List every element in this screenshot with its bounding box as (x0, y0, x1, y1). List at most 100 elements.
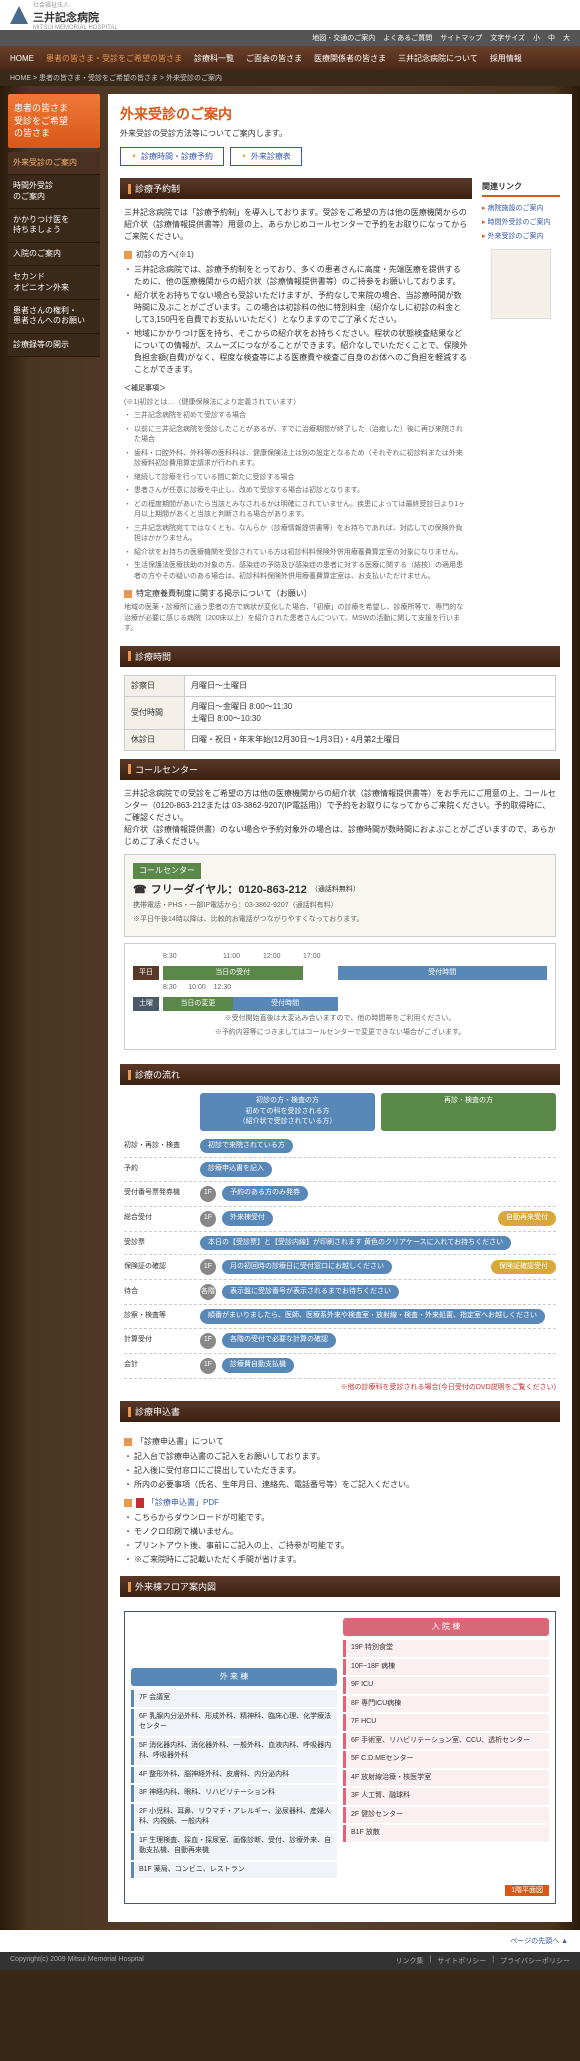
nav-about[interactable]: 三井記念病院について (398, 53, 478, 64)
flow-row: 受付番号票発券機1F予約のある方のみ発券 (124, 1182, 556, 1207)
hospital-name-en: MITSUI MEMORIAL HOSPITAL (33, 25, 118, 31)
flow-row: 受診票本日の【受診票】と【受診内線】が印刷されます 黄色のクリアケースに入れてお… (124, 1232, 556, 1256)
hours-table: 診察日月曜日～土曜日 受付時間月曜日～金曜日 8:00～11:30 土曜日 8:… (124, 675, 556, 751)
content: 外来受診のご案内 外来受診の受診方法等についてご案内します。 診療時間・診療予約… (108, 94, 572, 1922)
flow-row: 初診・再診・検査初診で来院されている方 (124, 1135, 556, 1159)
flow-row: 診察・検査等順番がまいりましたら、医師、医療系外来や検査室・放射線・検査・外来処… (124, 1305, 556, 1329)
anchor-hours[interactable]: 診療時間・診療予約 (120, 147, 224, 166)
topbar-map[interactable]: 地図・交通のご案内 (312, 33, 375, 43)
floor-item: 9F ICU (343, 1677, 549, 1694)
sidebar-hero: 患者の皆さま 受診をご希望 の皆さま (8, 94, 100, 148)
flow-col-first: 初診の方・検査の方 初めての科を受診される方 （紹介状で受診されている方） (200, 1093, 375, 1131)
page-subtitle: 外来受診の受診方法等についてご案内します。 (120, 128, 560, 139)
flow-row: 総合受付1F外来棟受付自動再来受付 (124, 1207, 556, 1232)
footer-policy[interactable]: サイトポリシー (437, 1956, 486, 1966)
sidebar-item-afterhours[interactable]: 時間外受診 のご案内 (8, 175, 100, 209)
app1-2: 所内の必要事項（氏名、生年月日、連絡先、電話番号等）をご記入ください。 (124, 1479, 556, 1491)
note-4: 患者さんが任意に診療を中止し、改めて受診する場合は初診となります。 (124, 486, 468, 497)
sidebar-item-second-opinion[interactable]: セカンド オピニオン外来 (8, 266, 100, 300)
cc-sub: 携帯電話・PHS・一部IP電話から：03-3862-9207（通話料有料） (133, 901, 547, 912)
first-visit-title: 初診の方へ(※1) (124, 249, 468, 261)
section-application: 診療申込書 (120, 1401, 560, 1422)
floor-item: 6F 乳腺内分泌外科、形成外科、精神科、臨床心理、化学療法センター (131, 1709, 337, 1736)
related-image (491, 249, 551, 319)
floor-item: 19F 特別食堂 (343, 1640, 549, 1657)
flow-red-note: ※他の診療科を受診される場合(今日受付のDVD説明をご覧ください) (124, 1383, 556, 1394)
fontsize-medium[interactable]: 中 (548, 33, 555, 43)
floor-item: 4F 放射線治療・核医学室 (343, 1770, 549, 1787)
box2-text: 地域の医薬・診療所に通う患者の方で病状が変化した場合、「初療」の診療を希望し、診… (124, 603, 468, 635)
flow-row: 会計1F診療費自動支払機 (124, 1354, 556, 1379)
cc-intro: 三井記念病院での受診をご希望の方は他の医療機関からの紹介状（診療情報提供書等）を… (124, 788, 556, 848)
nav-patients[interactable]: 患者の皆さま・受診をご希望の皆さま (46, 53, 182, 64)
nav-professionals[interactable]: 医療関係者の皆さま (314, 53, 386, 64)
footer-privacy[interactable]: プライバシーポリシー (500, 1956, 570, 1966)
note-0: 三井記念病院を初めて受診する場合 (124, 411, 468, 422)
nav-home[interactable]: HOME (10, 54, 34, 63)
reserve-intro: 三井記念病院では「診療予約制」を導入しております。受診をご希望の方は他の医療機関… (124, 207, 468, 243)
sidebar-item-inpatient[interactable]: 入院のご案内 (8, 243, 100, 266)
app2-3: ※ご来院時にご記載いただく手間が省けます。 (124, 1554, 556, 1566)
callcenter-box: コールセンター フリーダイヤル：0120-863-212（通話料無料） 携帯電話… (124, 854, 556, 938)
note-1: 以前に三井記念病院を受診したことがあるが、すでに治療期間が終了した（治癒した）後… (124, 425, 468, 446)
tl-note1: ※受付開始直後は大変込み合いますので、他の時間帯をご利用ください。 (133, 1014, 547, 1025)
cc-number: フリーダイヤル：0120-863-212（通話料無料） (133, 882, 547, 899)
fontsize-small[interactable]: 小 (533, 33, 540, 43)
note-head: (※1)初診とは…（健康保険法により定義されています） (124, 398, 468, 409)
anchor-schedule[interactable]: 外来診療表 (230, 147, 302, 166)
footer-links[interactable]: リンク集 (395, 1956, 423, 1966)
tl-note2: ※予約内容等につきましてはコールセンターで変更できない場合がございます。 (133, 1028, 547, 1039)
nav-departments[interactable]: 診療科一覧 (194, 53, 234, 64)
section-flow: 診療の流れ (120, 1064, 560, 1085)
note-3: 継続して診療を行っている間に新たに受診する場合 (124, 473, 468, 484)
flow-row: 予約診療申込書を記入 (124, 1158, 556, 1182)
rel-link-2[interactable]: 外来受診のご案内 (482, 229, 560, 243)
section-hours: 診療時間 (120, 646, 560, 667)
note-6: 三井記念病院宛てではなくとも、なんらか（診療情報提供書等）をお持ちであれば、対応… (124, 524, 468, 545)
cc-sub2: ※平日午後14時以降は、比較的お電話がつながりやすくなっております。 (133, 915, 547, 926)
app2-2: プリントアウト後、事前にご記入の上、ご持参が可能です。 (124, 1540, 556, 1552)
related-title: 関連リンク (482, 178, 560, 197)
sidebar-item-doctor[interactable]: かかりつけ医を 持ちましょう (8, 209, 100, 243)
app2-1: モノクロ印刷で構いません。 (124, 1526, 556, 1538)
floor-legend[interactable]: 1階平面図 (505, 1885, 549, 1896)
floor-item: B1F 放散 (343, 1825, 549, 1842)
fontsize-large[interactable]: 大 (563, 33, 570, 43)
sidebar-item-outpatient[interactable]: 外来受診のご案内 (8, 152, 100, 175)
app1-1: 記入後に受付窓口にご提出していただきます。 (124, 1465, 556, 1477)
floor-item: 7F 会議室 (131, 1690, 337, 1707)
topbar-fontsize-label: 文字サイズ (490, 33, 525, 43)
sidebar-item-rights[interactable]: 患者さんの権利・ 患者さんへのお願い (8, 300, 100, 334)
floor-item: 4F 整形外科、脳神経外科、皮膚科、内分泌内科 (131, 1767, 337, 1784)
floor-item: 10F~18F 病棟 (343, 1659, 549, 1676)
sidebar-item-records[interactable]: 診療録等の開示 (8, 334, 100, 357)
reserve-b2: 紹介状をお持ちでない場合も受診いただけますが、予約なしで来院の場合、当診療時間が… (124, 290, 468, 326)
floor-item: 8F 専門ICU病棟 (343, 1696, 549, 1713)
note-title: ＜補足事項＞ (124, 384, 468, 395)
flow-row: 保険証の確認1F月の初回時の診療日に受付窓口にお越しください保険証確認受付 (124, 1255, 556, 1280)
back-to-top[interactable]: ページの先頭へ ▲ (0, 1930, 580, 1952)
rel-link-0[interactable]: 病院施設のご案内 (482, 201, 560, 215)
rel-link-1[interactable]: 時間外受診のご案内 (482, 215, 560, 229)
reserve-b1: 三井記念病院では、診療予約制をとっており、多くの患者さんに高度・先端医療を提供す… (124, 264, 468, 288)
app2-0: こちらからダウンロードが可能です。 (124, 1512, 556, 1524)
topbar-sitemap[interactable]: サイトマップ (440, 33, 482, 43)
topbar-faq[interactable]: よくあるご質問 (383, 33, 432, 43)
tl-saturday: 土曜 (133, 997, 159, 1012)
logo[interactable]: 社会福祉法人 三井記念病院 MITSUI MEMORIAL HOSPITAL (10, 0, 118, 31)
cc-box-head: コールセンター (133, 863, 201, 879)
note-7: 紹介状をお持ちの医療機関を受診されている方は初診科料保険外併用療養費算定室の対象… (124, 548, 468, 559)
org-name: 社会福祉法人 (33, 0, 118, 9)
pdf-link[interactable]: 「診療申込書」PDF (136, 1497, 219, 1509)
floor-map: 外 来 棟 7F 会議室6F 乳腺内分泌外科、形成外科、精神科、臨床心理、化学療… (124, 1611, 556, 1904)
floor-item: 5F 消化器内科、消化器外科、一般外科、血液内科、呼吸器内科、呼吸器外科 (131, 1738, 337, 1765)
nav-careers[interactable]: 採用情報 (490, 53, 522, 64)
note-8: 生活保護法医療扶助の対象の方、感染症の予防及び感染症の患者に対する医療に関する（… (124, 561, 468, 582)
floor-item: 3F 神経内科、眼科、リハビリテーション科 (131, 1785, 337, 1802)
section-floor: 外来棟フロア案内図 (120, 1576, 560, 1597)
nav-visitors[interactable]: ご面会の皆さま (246, 53, 302, 64)
inpatient-head: 入 院 棟 (343, 1618, 549, 1636)
footer: Copyright(c) 2009 Mitsui Memorial Hospit… (0, 1952, 580, 1970)
header: 社会福祉法人 三井記念病院 MITSUI MEMORIAL HOSPITAL (0, 0, 580, 30)
copyright: Copyright(c) 2009 Mitsui Memorial Hospit… (10, 1956, 144, 1966)
